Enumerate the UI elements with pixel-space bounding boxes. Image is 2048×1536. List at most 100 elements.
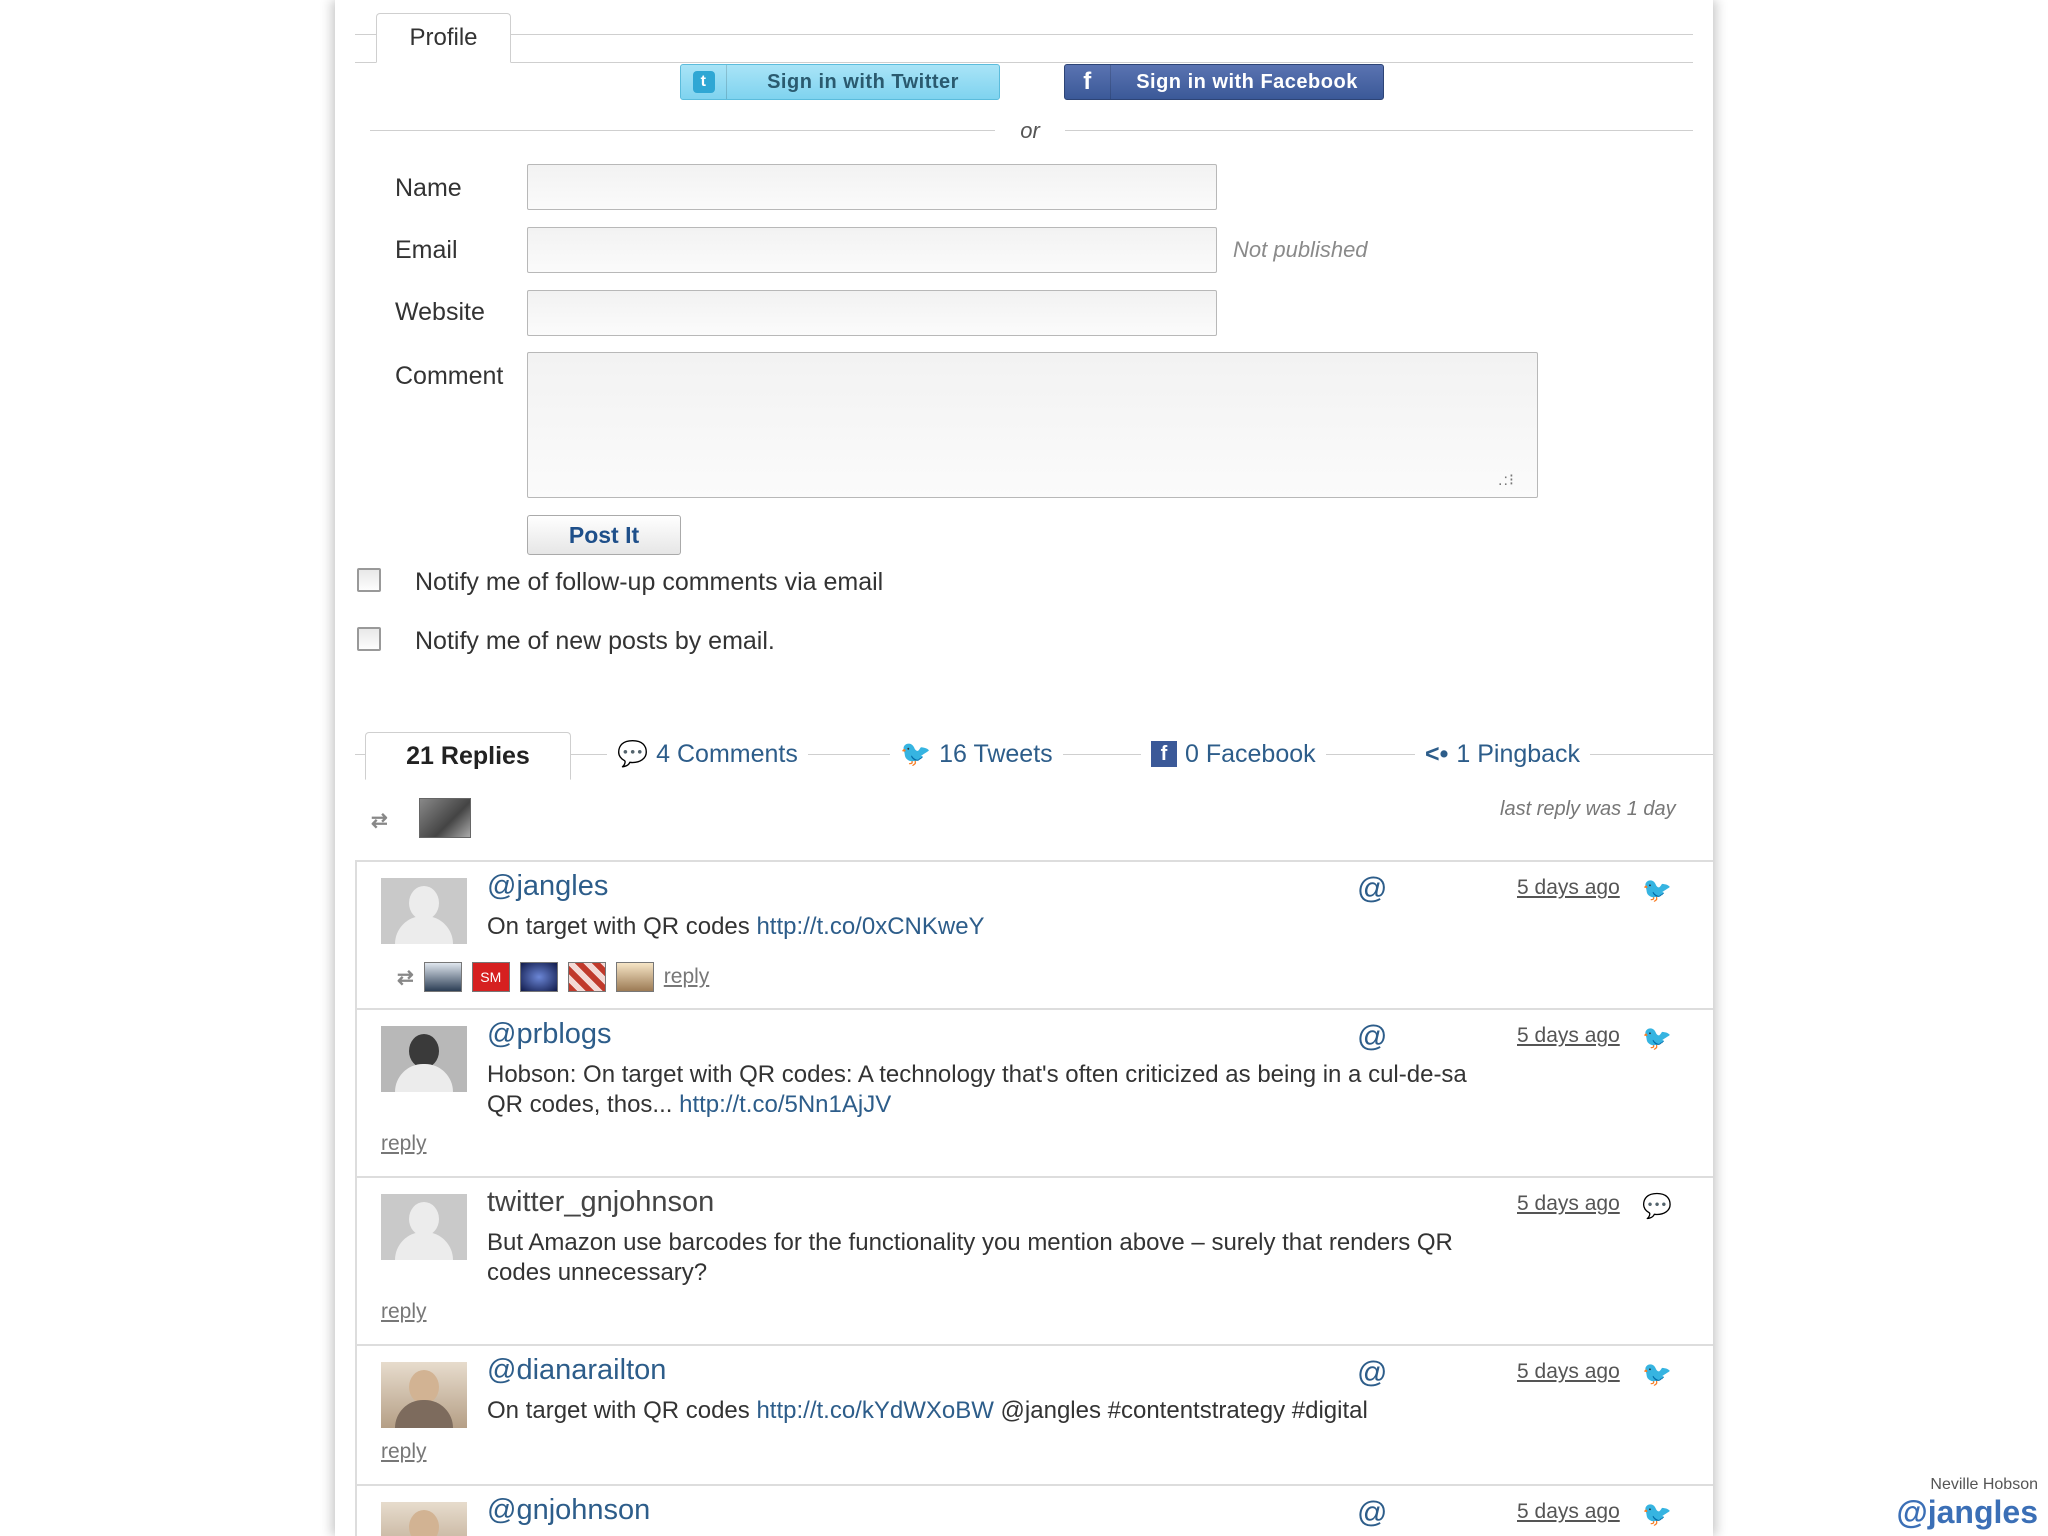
- avatar[interactable]: SM: [471, 962, 510, 992]
- tab-tweets[interactable]: 🐦 16 Tweets: [890, 738, 1063, 770]
- sign-in-twitter-button[interactable]: t Sign in with Twitter: [680, 64, 1000, 100]
- reply-text: On target with QR codes http://t.co/kYdW…: [487, 1396, 1713, 1426]
- reply-text: But Amazon use barcodes for the function…: [487, 1228, 1713, 1288]
- mention-at-icon[interactable]: @: [1357, 1020, 1387, 1054]
- reply-text-line2: codes unnecessary?: [487, 1259, 708, 1286]
- tab-facebook[interactable]: f 0 Facebook: [1141, 738, 1326, 770]
- reply-text-after: @jangles #contentstrategy #digital: [1000, 1397, 1368, 1424]
- footer-name: Neville Hobson: [1930, 1476, 2038, 1493]
- footer-handle: @jangles: [1896, 1494, 2038, 1530]
- avatar[interactable]: [381, 1026, 467, 1092]
- avatar[interactable]: [423, 962, 462, 992]
- reply-text-line1: Hobson: On target with QR codes: A techn…: [487, 1061, 1467, 1088]
- tab-replies[interactable]: 21 Replies: [365, 732, 571, 780]
- twitter-icon: t: [681, 65, 727, 99]
- bird-icon: 🐦: [900, 739, 932, 768]
- reply-author[interactable]: @jangles: [487, 870, 608, 903]
- reply-item: twitter_gnjohnson 5 days ago 💬 But Amazo…: [355, 1176, 1713, 1344]
- reply-item: @jangles @ 5 days ago 🐦 On target with Q…: [355, 860, 1713, 1008]
- retweeters-row: ⇄ SM reply: [397, 962, 709, 992]
- avatar[interactable]: [567, 962, 606, 992]
- reply-link-button[interactable]: reply: [664, 965, 710, 989]
- sign-in-twitter-label: Sign in with Twitter: [767, 70, 959, 93]
- or-text: or: [1020, 118, 1040, 143]
- reply-button[interactable]: reply: [381, 1440, 427, 1464]
- reply-author[interactable]: @prblogs: [487, 1018, 612, 1051]
- reply-time[interactable]: 5 days ago: [1517, 1192, 1620, 1216]
- sign-in-facebook-label: Sign in with Facebook: [1136, 70, 1358, 93]
- notify-followup-label: Notify me of follow-up comments via emai…: [415, 568, 884, 596]
- comment-panel: Profile t Sign in with Twitter f Sign in…: [335, 0, 1713, 1536]
- notify-posts-label: Notify me of new posts by email.: [415, 627, 775, 655]
- tab-tweets-label: 16 Tweets: [939, 739, 1053, 768]
- tab-profile-label: Profile: [409, 24, 478, 51]
- retweet-icon: ⇄: [397, 966, 414, 989]
- or-divider-left: [370, 130, 995, 131]
- reply-item: @gnjohnson @ 5 days ago 🐦: [355, 1484, 1713, 1536]
- avatar[interactable]: [381, 878, 467, 944]
- profile-tab-line: [355, 34, 1693, 35]
- tab-comments[interactable]: 💬 4 Comments: [607, 738, 808, 770]
- reply-time[interactable]: 5 days ago: [1517, 876, 1620, 900]
- mention-at-icon[interactable]: @: [1357, 1496, 1387, 1530]
- reply-link[interactable]: http://t.co/0xCNKweY: [756, 913, 984, 940]
- retweet-icon: ⇄: [371, 810, 388, 832]
- avatar[interactable]: [381, 1502, 467, 1536]
- avatar[interactable]: [381, 1194, 467, 1260]
- reply-author[interactable]: @dianarailton: [487, 1354, 666, 1387]
- comment-bubble-icon: 💬: [1642, 1193, 1672, 1220]
- reply-author[interactable]: twitter_gnjohnson: [487, 1186, 714, 1219]
- comment-label: Comment: [395, 362, 504, 390]
- tab-facebook-label: 0 Facebook: [1185, 739, 1316, 768]
- twitter-bird-icon: 🐦: [1642, 1025, 1672, 1052]
- name-input[interactable]: [527, 164, 1217, 210]
- twitter-bird-icon: 🐦: [1642, 1501, 1672, 1528]
- mention-at-icon[interactable]: @: [1357, 872, 1387, 906]
- resize-grip-icon[interactable]: .:⁝: [1498, 470, 1528, 490]
- reply-item: @dianarailton @ 5 days ago 🐦 On target w…: [355, 1344, 1713, 1484]
- email-input[interactable]: [527, 227, 1217, 273]
- reply-button[interactable]: reply: [381, 1132, 427, 1156]
- reply-link[interactable]: http://t.co/kYdWXoBW: [756, 1397, 993, 1424]
- email-label: Email: [395, 236, 458, 264]
- reply-author[interactable]: @gnjohnson: [487, 1494, 650, 1527]
- tab-profile[interactable]: Profile: [376, 13, 511, 63]
- last-reply-text: last reply was 1 day: [1500, 798, 1676, 820]
- or-divider-right: [1065, 130, 1693, 131]
- website-input[interactable]: [527, 290, 1217, 336]
- twitter-bird-icon: 🐦: [1642, 877, 1672, 904]
- tab-pingback-label: 1 Pingback: [1456, 739, 1581, 768]
- reply-text-body: On target with QR codes: [487, 913, 750, 940]
- reply-text-body: On target with QR codes: [487, 1397, 750, 1424]
- reply-text-line2: QR codes, thos...: [487, 1091, 673, 1118]
- avatar[interactable]: [615, 962, 654, 992]
- reply-time[interactable]: 5 days ago: [1517, 1360, 1620, 1384]
- tab-pingback[interactable]: <• 1 Pingback: [1415, 738, 1591, 770]
- speech-bubble-icon: 💬: [617, 739, 649, 768]
- tab-replies-label: 21 Replies: [406, 741, 530, 770]
- sign-in-facebook-button[interactable]: f Sign in with Facebook: [1064, 64, 1384, 100]
- website-label: Website: [395, 298, 485, 326]
- avatar[interactable]: [419, 798, 471, 838]
- email-hint: Not published: [1233, 237, 1368, 262]
- reply-text-line1: But Amazon use barcodes for the function…: [487, 1229, 1453, 1256]
- facebook-icon: f: [1065, 65, 1111, 99]
- reply-text: Hobson: On target with QR codes: A techn…: [487, 1060, 1713, 1120]
- avatar[interactable]: [381, 1362, 467, 1428]
- pingback-icon: <•: [1425, 739, 1449, 768]
- comment-textarea[interactable]: [527, 352, 1538, 498]
- twitter-bird-icon: 🐦: [1642, 1361, 1672, 1388]
- name-label: Name: [395, 174, 462, 202]
- reply-button[interactable]: reply: [381, 1300, 427, 1324]
- reply-text: On target with QR codes http://t.co/0xCN…: [487, 912, 1713, 942]
- avatar[interactable]: [519, 962, 558, 992]
- reply-time[interactable]: 5 days ago: [1517, 1024, 1620, 1048]
- tab-comments-label: 4 Comments: [656, 739, 798, 768]
- post-it-button[interactable]: Post It: [527, 515, 681, 555]
- reply-link[interactable]: http://t.co/5Nn1AjJV: [679, 1091, 891, 1118]
- mention-at-icon[interactable]: @: [1357, 1356, 1387, 1390]
- profile-divider: [355, 62, 1693, 63]
- notify-followup-checkbox[interactable]: [357, 568, 381, 592]
- notify-posts-checkbox[interactable]: [357, 627, 381, 651]
- reply-time[interactable]: 5 days ago: [1517, 1500, 1620, 1524]
